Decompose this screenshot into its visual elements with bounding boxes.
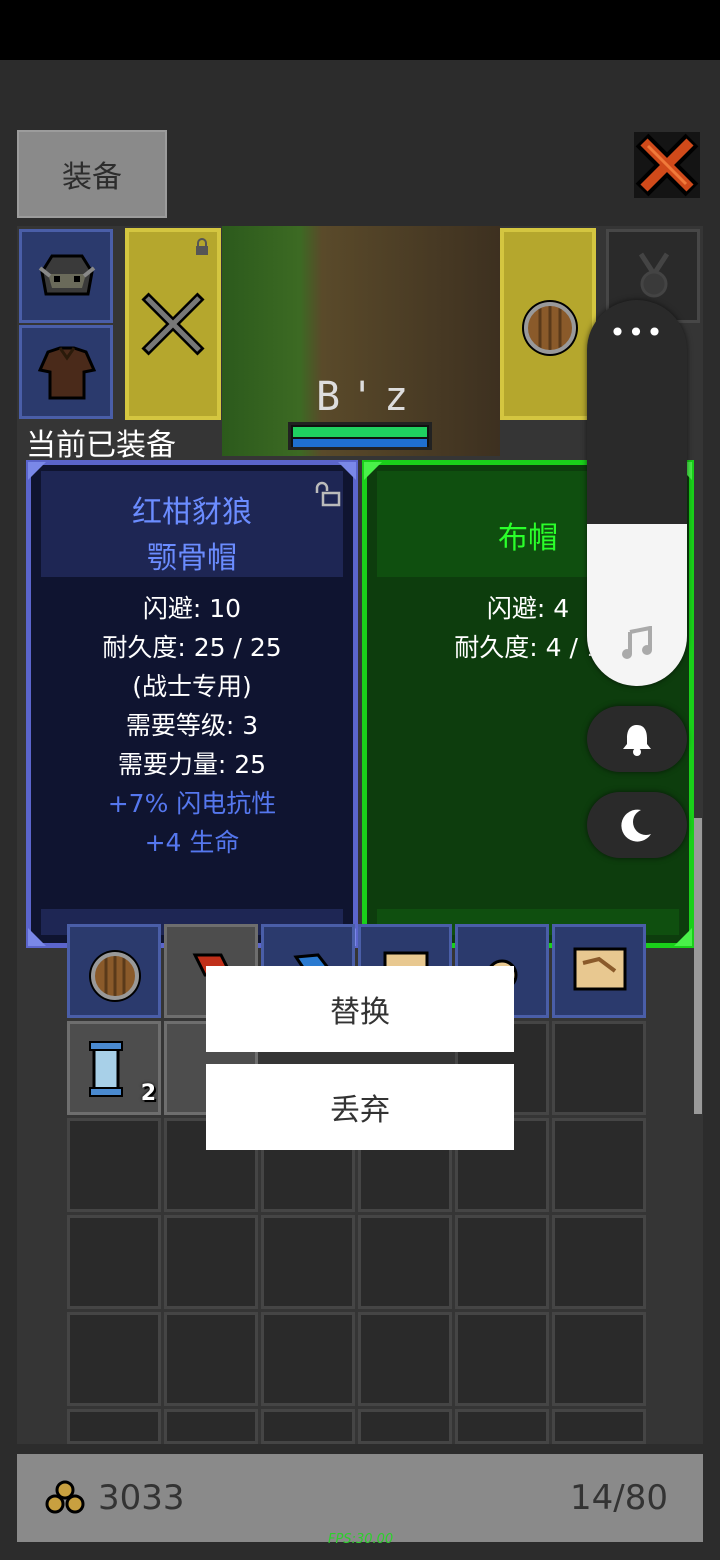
inventory-slot[interactable] (164, 1409, 258, 1444)
inventory-slot[interactable] (552, 924, 646, 1018)
scroll-icon (89, 1041, 123, 1097)
inventory-slot[interactable] (552, 1215, 646, 1309)
inventory-slot[interactable] (455, 1409, 549, 1444)
map-scroll-icon (573, 947, 627, 991)
moon-icon (621, 809, 651, 842)
health-fill (293, 427, 427, 437)
cloth-armor-icon (37, 346, 97, 400)
bell-icon (623, 725, 651, 756)
inventory-slot[interactable] (552, 1409, 646, 1444)
stat-durability: 耐久度: 25 / 25 (102, 633, 282, 662)
helmet-slot[interactable] (19, 229, 113, 323)
inventory-slot[interactable] (67, 924, 161, 1018)
status-bar (0, 0, 720, 60)
corner-ornament-icon (28, 462, 46, 480)
jackal-helmet-icon (38, 254, 96, 296)
inventory-slot[interactable] (67, 1312, 161, 1406)
stat-required-strength: 需要力量: 25 (117, 750, 267, 779)
wooden-shield-icon (89, 950, 141, 1002)
inventory-slot[interactable] (358, 1312, 452, 1406)
do-not-disturb-button[interactable] (587, 792, 687, 858)
item-count: 2 (140, 1081, 156, 1106)
inventory-capacity: 14/80 (570, 1478, 668, 1518)
volume-level-fill (587, 523, 687, 686)
wooden-shield-icon (522, 300, 578, 356)
inventory-slot[interactable] (67, 1215, 161, 1309)
current-item-stats: 闪避: 10 耐久度: 25 / 25 (战士专用) 需要等级: 3 需要力量:… (31, 589, 353, 862)
bonus-life: +4 生命 (144, 828, 240, 857)
inventory-slot[interactable] (67, 1118, 161, 1212)
more-options-icon[interactable]: ••• (587, 316, 687, 349)
inventory-slot[interactable] (164, 1312, 258, 1406)
bonus-lightning-resist: +7% 闪电抗性 (107, 789, 277, 818)
inventory-slot[interactable] (261, 1409, 355, 1444)
close-icon (634, 132, 700, 198)
inventory-slot[interactable] (552, 1118, 646, 1212)
inventory-slot[interactable] (164, 1215, 258, 1309)
ringer-mode-button[interactable] (587, 706, 687, 772)
volume-slider[interactable]: ••• (587, 300, 687, 686)
replace-button[interactable]: 替换 (206, 966, 514, 1052)
inventory-scrollbar[interactable] (694, 818, 702, 1114)
inventory-slot[interactable] (261, 1312, 355, 1406)
mana-fill (293, 439, 427, 447)
inventory-slot[interactable] (358, 1409, 452, 1444)
gold-coins-icon (45, 1480, 85, 1514)
inventory-slot[interactable] (455, 1215, 549, 1309)
inventory-slot[interactable] (358, 1215, 452, 1309)
weapon-slot[interactable] (125, 228, 221, 420)
stat-class-restriction: (战士专用) (132, 672, 252, 701)
corner-ornament-icon (28, 928, 46, 946)
player-health-bar (288, 422, 432, 450)
inventory-slot[interactable] (552, 1312, 646, 1406)
corner-ornament-icon (674, 928, 692, 946)
crossed-swords-icon (141, 292, 205, 356)
stat-required-level: 需要等级: 3 (125, 711, 259, 740)
replace-button-label: 替换 (330, 995, 390, 1030)
corner-ornament-icon (338, 462, 356, 480)
armor-slot[interactable] (19, 325, 113, 419)
gold-amount: 3033 (98, 1478, 185, 1518)
inventory-slot[interactable] (455, 1312, 549, 1406)
equipment-tab[interactable]: 装备 (17, 130, 167, 218)
inventory-slot[interactable]: 2 (67, 1021, 161, 1115)
currently-equipped-label: 当前已装备 (26, 428, 176, 463)
equipment-tab-label: 装备 (62, 160, 122, 195)
current-item-name-line1: 红柑豺狼 (132, 495, 252, 530)
current-item-name-line2: 颚骨帽 (147, 541, 237, 576)
inventory-slot[interactable] (552, 1021, 646, 1115)
discard-button-label: 丢弃 (330, 1093, 390, 1128)
offhand-slot[interactable] (500, 228, 596, 420)
discard-button[interactable]: 丢弃 (206, 1064, 514, 1150)
current-item-card: 红柑豺狼 颚骨帽 闪避: 10 耐久度: 25 / 25 (战士专用) 需要等级… (26, 460, 358, 948)
inventory-slot[interactable] (261, 1215, 355, 1309)
music-note-icon (622, 626, 652, 659)
fps-counter: FPS:30.00 (328, 1532, 394, 1547)
player-name: B'z (316, 374, 419, 420)
close-button[interactable] (634, 132, 700, 198)
amulet-placeholder-icon (638, 252, 670, 298)
inventory-slot[interactable] (67, 1409, 161, 1444)
stat-evasion: 闪避: 10 (142, 594, 242, 623)
lock-icon (196, 238, 208, 255)
corner-ornament-icon (364, 462, 382, 480)
